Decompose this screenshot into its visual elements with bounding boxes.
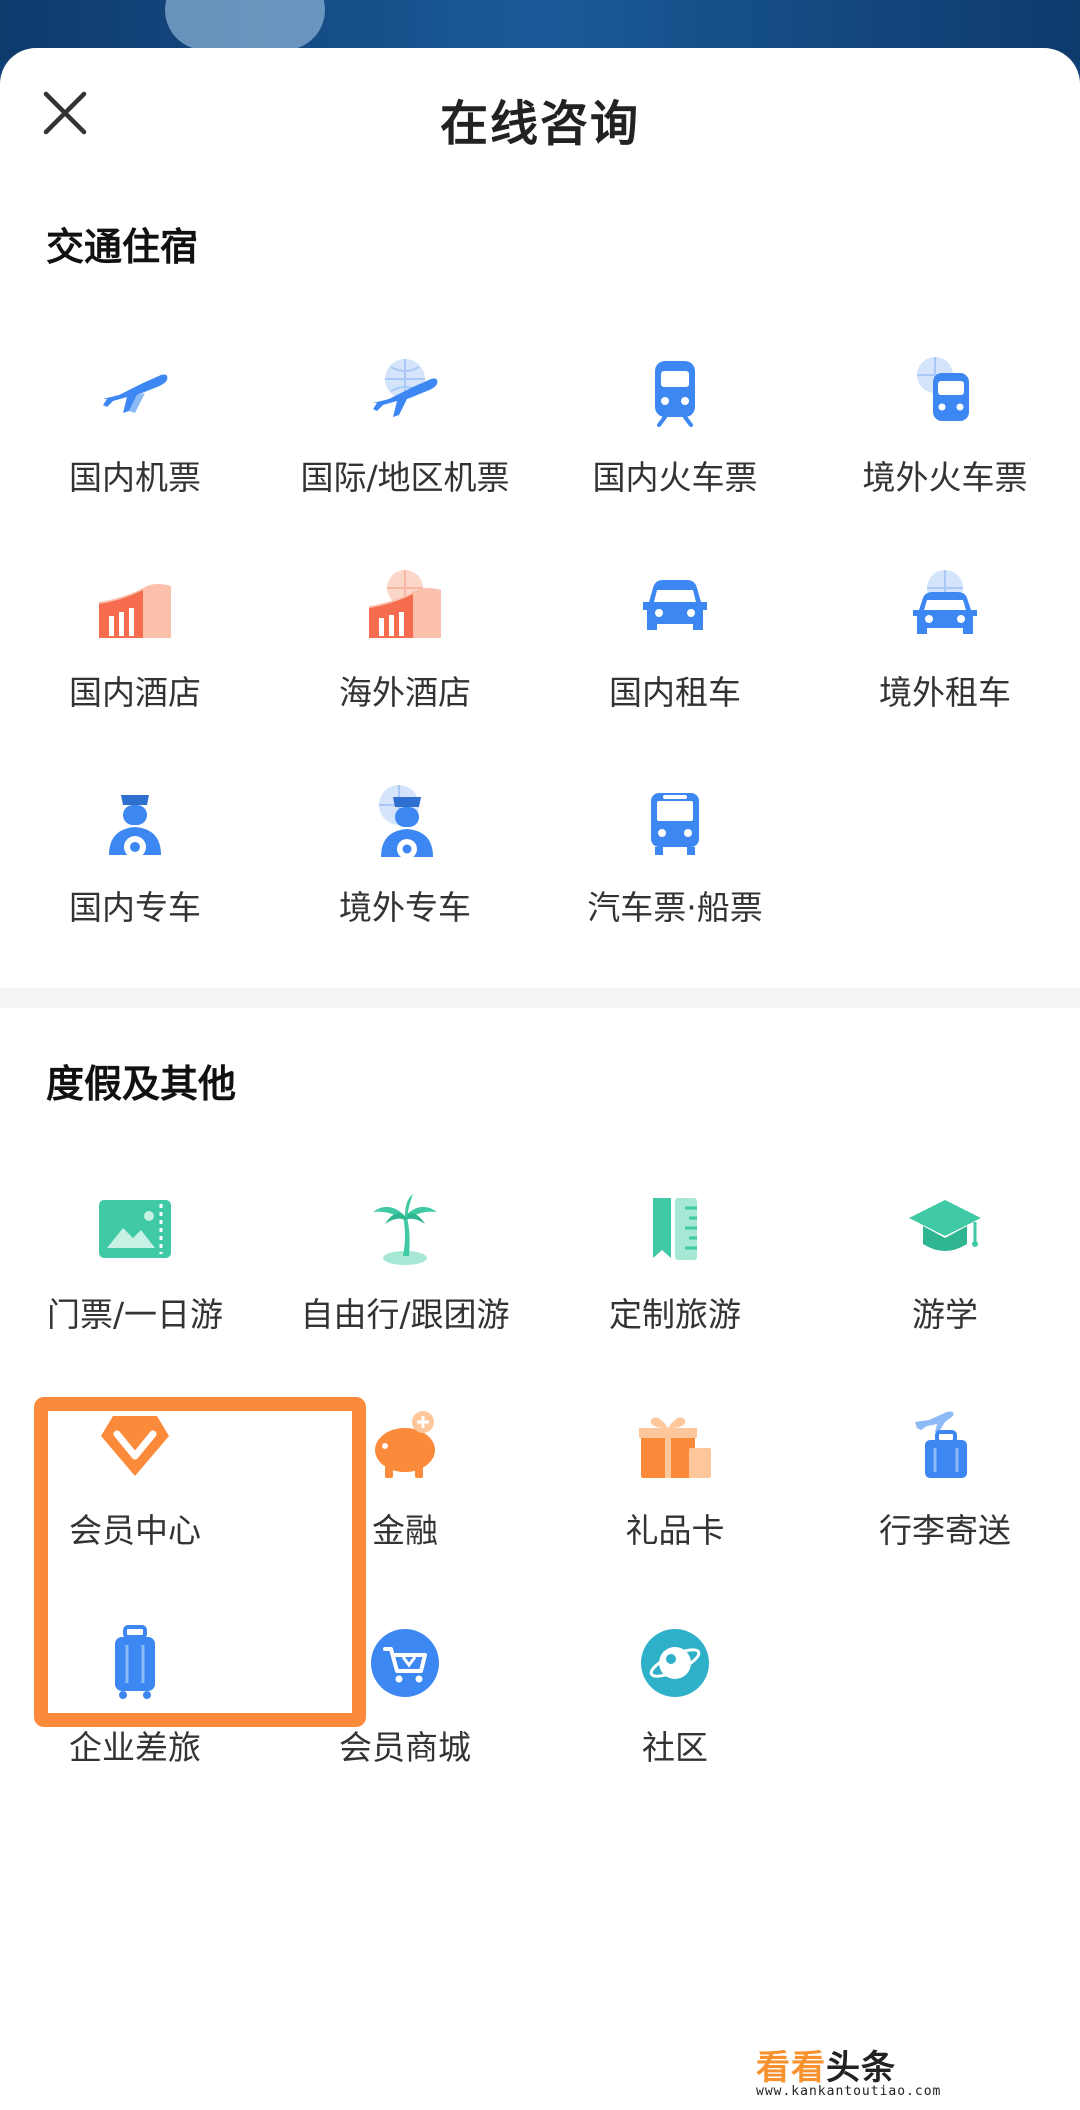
item-label: 国内租车 [609,673,741,712]
item-domestic-car-rental[interactable]: 国内租车 [540,568,810,728]
ticket-icon [99,1200,171,1258]
section-divider [0,988,1080,1008]
item-label: 海外酒店 [339,673,471,712]
section-title-vacation: 度假及其他 [46,1062,237,1106]
watermark-text-dark: 头条 [826,2048,896,2088]
item-overseas-chauffeur[interactable]: 境外专车 [270,783,540,943]
item-label: 自由行/跟团游 [300,1295,510,1334]
item-label: 行李寄送 [879,1511,1011,1550]
item-bus-ferry[interactable]: 汽车票·船票 [540,783,810,943]
train-icon [655,361,695,427]
banner-figure [165,0,325,50]
item-label: 国际/地区机票 [300,458,510,497]
item-label: 境外专车 [339,888,471,927]
item-label: 会员商城 [339,1728,471,1767]
watermark-url: www.kankantoutiao.com [756,2084,942,2099]
plane-icon [103,374,168,413]
item-tickets-daytour[interactable]: 门票/一日游 [0,1190,270,1350]
item-domestic-train[interactable]: 国内火车票 [540,353,810,513]
luggage-plane-icon [915,1411,967,1478]
member-center-highlight-box [34,1397,366,1727]
item-label: 境外租车 [879,673,1011,712]
item-label: 国内酒店 [69,673,201,712]
ruler-icon [653,1198,697,1260]
item-overseas-car-rental[interactable]: 境外租车 [810,568,1080,728]
item-intl-flight[interactable]: 国际/地区机票 [270,353,540,513]
item-label: 定制旅游 [609,1295,741,1334]
item-label: 境外火车票 [862,458,1028,497]
sheet-header: 在线咨询 [0,48,1080,178]
watermark-text-orange: 看看 [756,2048,826,2088]
globe-driver-icon [379,785,433,859]
item-community[interactable]: 社区 [540,1623,810,1783]
item-label: 社区 [642,1728,708,1767]
gift-icon [639,1417,711,1478]
item-free-group-tour[interactable]: 自由行/跟团游 [270,1190,540,1350]
palm-tree-icon [373,1194,437,1265]
hotel-icon [99,584,171,638]
bus-icon [651,793,699,855]
item-overseas-hotel[interactable]: 海外酒店 [270,568,540,728]
consult-sheet: 在线咨询 交通住宿 国内机票 国际/地区机票 国内火车票 境外火车票 国内酒店 … [0,48,1080,2110]
item-custom-tour[interactable]: 定制旅游 [540,1190,810,1350]
globe-car-icon [913,570,977,634]
car-icon [643,580,707,630]
item-label: 汽车票·船票 [587,888,763,927]
item-label: 游学 [912,1295,978,1334]
item-domestic-chauffeur[interactable]: 国内专车 [0,783,270,943]
planet-icon [641,1629,709,1697]
item-gift-card[interactable]: 礼品卡 [540,1406,810,1566]
graduation-cap-icon [909,1200,981,1251]
driver-icon [109,795,161,858]
item-label: 国内专车 [69,888,201,927]
piggy-bank-icon [375,1411,435,1478]
globe-train-icon [917,357,969,421]
section-title-transport: 交通住宿 [46,225,199,269]
shopping-cart-icon [371,1629,439,1697]
item-label: 企业差旅 [69,1728,201,1767]
item-domestic-flight[interactable]: 国内机票 [0,353,270,513]
item-label: 礼品卡 [625,1511,725,1550]
item-label: 门票/一日游 [46,1295,224,1334]
page-title: 在线咨询 [439,96,640,152]
watermark: 看看头条 www.kankantoutiao.com [756,2040,996,2110]
item-study-tour[interactable]: 游学 [810,1190,1080,1350]
watermark-logo: 看看头条 [756,2040,896,2089]
item-luggage-delivery[interactable]: 行李寄送 [810,1406,1080,1566]
item-label: 国内机票 [69,458,201,497]
item-intl-train[interactable]: 境外火车票 [810,353,1080,513]
globe-hotel-icon [369,570,441,638]
globe-plane-icon [373,359,438,417]
item-domestic-hotel[interactable]: 国内酒店 [0,568,270,728]
item-label: 国内火车票 [592,458,758,497]
